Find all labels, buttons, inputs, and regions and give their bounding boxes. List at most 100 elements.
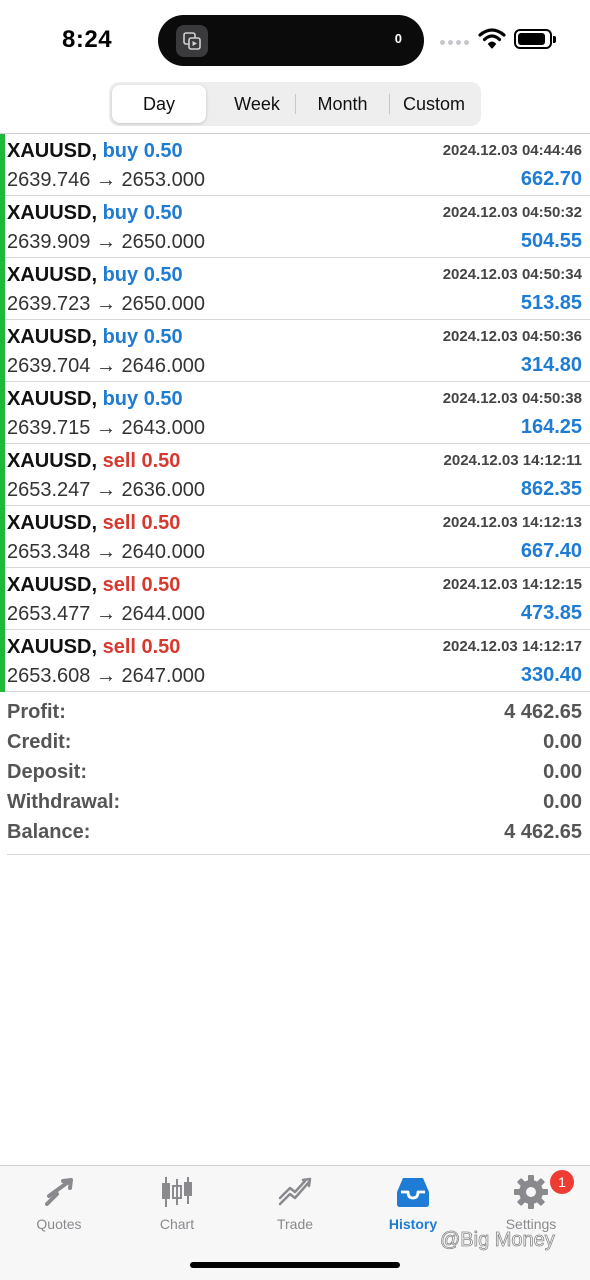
deal-timestamp: 2024.12.03 14:12:17 [442, 638, 582, 655]
tab-quotes[interactable]: Quotes [0, 1166, 118, 1246]
deal-timestamp: 2024.12.03 04:50:38 [442, 390, 582, 407]
deal-timestamp: 2024.12.03 04:44:46 [442, 142, 582, 159]
deal-indicator-bar [0, 320, 5, 382]
watermark-text: @Big Money [440, 1229, 556, 1252]
settings-icon [514, 1175, 548, 1209]
tab-chart[interactable]: Chart [118, 1166, 236, 1246]
summary-value: 0.00 [543, 731, 582, 753]
segment-week[interactable]: Week [212, 85, 302, 123]
deal-profit: 862.35 [520, 478, 582, 500]
deal-timestamp: 2024.12.03 14:12:13 [442, 514, 582, 531]
deal-prices: 2639.909 → 2650.000 [7, 231, 205, 253]
deal-type: buy 0.50 [102, 388, 183, 410]
segment-custom[interactable]: Custom [390, 85, 478, 123]
dynamic-island: 0 [158, 15, 424, 66]
deal-prices: 2639.746 → 2653.000 [7, 169, 205, 191]
deal-indicator-bar [0, 196, 5, 258]
deal-symbol: XAUUSD, [7, 202, 98, 224]
deal-type: buy 0.50 [102, 264, 183, 286]
deal-indicator-bar [0, 630, 5, 692]
deal-indicator-bar [0, 382, 5, 444]
summary-row-deposit: Deposit: 0.00 [0, 758, 590, 788]
deal-prices: 2639.715 → 2643.000 [7, 417, 205, 439]
deal-prices: 2653.348 → 2640.000 [7, 541, 205, 563]
deal-type: sell 0.50 [102, 450, 181, 472]
account-summary: Profit: 4 462.65 Credit: 0.00 Deposit: 0… [0, 698, 590, 848]
status-time: 8:24 [62, 26, 113, 53]
deal-type: buy 0.50 [102, 326, 183, 348]
deal-symbol: XAUUSD, [7, 512, 98, 534]
deal-prices: 2639.704 → 2646.000 [7, 355, 205, 377]
deal-type: buy 0.50 [102, 202, 183, 224]
deal-indicator-bar [0, 506, 5, 568]
deal-row[interactable]: XAUUSD, buy 0.50 2024.12.03 04:50:36 263… [0, 320, 590, 382]
deal-indicator-bar [0, 568, 5, 630]
deal-profit: 667.40 [520, 540, 582, 562]
summary-value: 4 462.65 [504, 821, 582, 843]
deal-timestamp: 2024.12.03 04:50:34 [442, 266, 582, 283]
period-segmented-control: Day Week Month Custom [109, 82, 481, 126]
summary-value: 0.00 [543, 791, 582, 813]
tab-trade[interactable]: Trade [236, 1166, 354, 1246]
deal-profit: 164.25 [520, 416, 582, 438]
deal-symbol: XAUUSD, [7, 140, 98, 162]
deal-timestamp: 2024.12.03 14:12:11 [443, 452, 582, 469]
summary-label: Credit: [7, 731, 72, 753]
summary-row-credit: Credit: 0.00 [0, 728, 590, 758]
deal-row[interactable]: XAUUSD, buy 0.50 2024.12.03 04:50:34 263… [0, 258, 590, 320]
deal-prices: 2653.608 → 2647.000 [7, 665, 205, 687]
tab-label: Quotes [36, 1216, 82, 1232]
deal-profit: 662.70 [520, 168, 582, 190]
deal-row[interactable]: XAUUSD, sell 0.50 2024.12.03 14:12:13 26… [0, 506, 590, 568]
summary-label: Profit: [7, 701, 66, 723]
cellular-signal-icon [440, 40, 470, 48]
deal-timestamp: 2024.12.03 14:12:15 [442, 576, 582, 593]
deal-row[interactable]: XAUUSD, buy 0.50 2024.12.03 04:50:32 263… [0, 196, 590, 258]
status-bar: 8:24 0 [0, 0, 590, 80]
quotes-icon [45, 1178, 73, 1206]
summary-value: 0.00 [543, 761, 582, 783]
screen-mirror-icon [176, 25, 208, 57]
deal-row[interactable]: XAUUSD, buy 0.50 2024.12.03 04:44:46 263… [0, 134, 590, 196]
summary-value: 4 462.65 [504, 701, 582, 723]
home-indicator[interactable] [190, 1262, 400, 1268]
deal-row[interactable]: XAUUSD, sell 0.50 2024.12.03 14:12:17 26… [0, 630, 590, 692]
deal-profit: 504.55 [520, 230, 582, 252]
summary-row-withdrawal: Withdrawal: 0.00 [0, 788, 590, 818]
deal-indicator-bar [0, 134, 5, 196]
summary-row-balance: Balance: 4 462.65 [0, 818, 590, 848]
history-icon [397, 1178, 429, 1207]
deal-indicator-bar [0, 444, 5, 506]
deal-profit: 330.40 [520, 664, 582, 686]
chart-icon [162, 1177, 192, 1207]
deal-row[interactable]: XAUUSD, sell 0.50 2024.12.03 14:12:15 26… [0, 568, 590, 630]
trade-icon [278, 1177, 312, 1206]
deal-symbol: XAUUSD, [7, 388, 98, 410]
segment-month[interactable]: Month [296, 85, 389, 123]
tab-label: Chart [159, 1216, 195, 1232]
deal-symbol: XAUUSD, [7, 450, 98, 472]
notification-badge: 1 [550, 1170, 574, 1194]
summary-row-profit: Profit: 4 462.65 [0, 698, 590, 728]
deal-prices: 2653.477 → 2644.000 [7, 603, 205, 625]
summary-label: Balance: [7, 821, 91, 843]
deal-symbol: XAUUSD, [7, 574, 98, 596]
deal-profit: 473.85 [520, 602, 582, 624]
deal-indicator-bar [0, 258, 5, 320]
island-count: 0 [394, 31, 402, 46]
row-divider [5, 691, 590, 692]
deal-symbol: XAUUSD, [7, 326, 98, 348]
deal-timestamp: 2024.12.03 04:50:36 [442, 328, 582, 345]
deal-type: buy 0.50 [102, 140, 183, 162]
deal-timestamp: 2024.12.03 04:50:32 [442, 204, 582, 221]
deal-type: sell 0.50 [102, 636, 181, 658]
segment-day[interactable]: Day [112, 85, 206, 123]
deal-profit: 513.85 [520, 292, 582, 314]
battery-icon [514, 29, 556, 49]
deal-prices: 2639.723 → 2650.000 [7, 293, 205, 315]
deal-row[interactable]: XAUUSD, buy 0.50 2024.12.03 04:50:38 263… [0, 382, 590, 444]
wifi-icon [478, 28, 506, 49]
deal-prices: 2653.247 → 2636.000 [7, 479, 205, 501]
deal-row[interactable]: XAUUSD, sell 0.50 2024.12.03 14:12:11 26… [0, 444, 590, 506]
summary-label: Deposit: [7, 761, 87, 783]
